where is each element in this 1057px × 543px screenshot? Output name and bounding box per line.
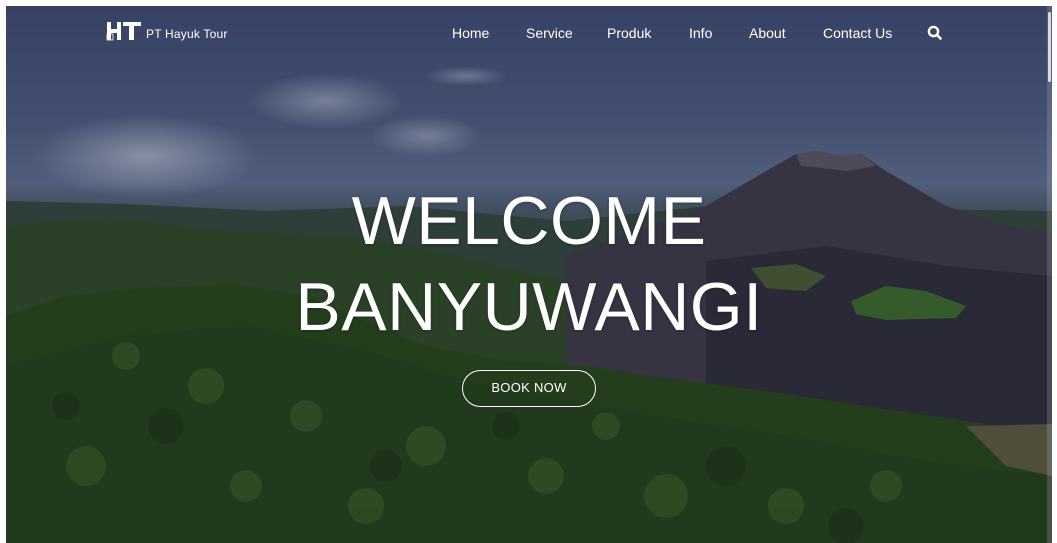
search-button[interactable] [926,24,944,42]
scrollbar-thumb[interactable] [1048,12,1051,82]
nav-item-info[interactable]: Info [689,25,712,41]
nav-menu: Home Service Produk Info About Contact U… [6,25,1052,45]
hero-heading: WELCOME BANYUWANGI [6,178,1052,350]
nav-item-home[interactable]: Home [452,25,489,41]
nav-item-service[interactable]: Service [526,25,573,41]
search-icon [927,25,942,40]
hero-title-line2: BANYUWANGI [295,269,763,345]
navbar: PT Hayuk Tour Home Service Produk Info A… [6,6,1052,62]
nav-item-contact-us[interactable]: Contact Us [823,25,892,41]
scrollbar[interactable] [1047,6,1052,543]
hero-title-line1: WELCOME [351,183,707,259]
nav-item-about[interactable]: About [749,25,786,41]
nav-item-produk[interactable]: Produk [607,25,651,41]
page: PT Hayuk Tour Home Service Produk Info A… [6,6,1052,543]
book-now-button[interactable]: BOOK NOW [462,370,596,407]
